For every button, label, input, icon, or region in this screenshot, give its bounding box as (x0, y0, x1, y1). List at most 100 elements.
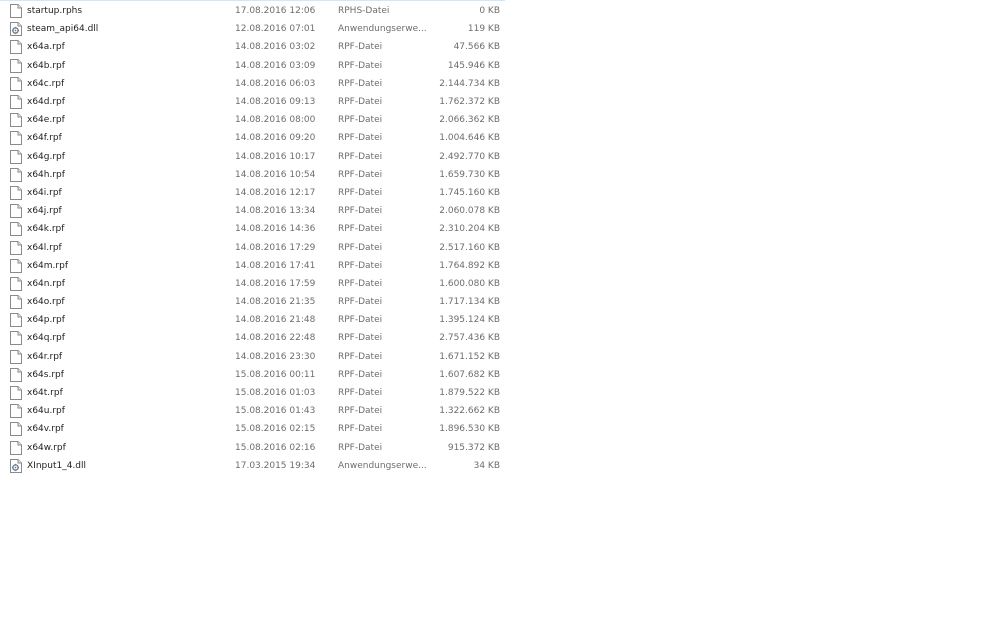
file-row[interactable]: x64v.rpf 15.08.2016 02:15 RPF-Datei 1.89… (0, 420, 505, 438)
document-icon (10, 367, 22, 382)
file-row[interactable]: x64a.rpf 14.08.2016 03:02 RPF-Datei 47.5… (0, 38, 505, 56)
file-size: 1.764.892 KB (439, 260, 500, 271)
file-name: x64n.rpf (27, 278, 65, 289)
file-row[interactable]: x64i.rpf 14.08.2016 12:17 RPF-Datei 1.74… (0, 184, 505, 202)
file-size: 119 KB (467, 24, 500, 35)
file-type: RPF-Datei (338, 242, 383, 253)
file-name: x64d.rpf (27, 97, 65, 108)
file-date-modified: 14.08.2016 03:02 (235, 42, 316, 53)
file-row[interactable]: x64g.rpf 14.08.2016 10:17 RPF-Datei 2.49… (0, 148, 505, 166)
file-row[interactable]: x64h.rpf 14.08.2016 10:54 RPF-Datei 1.65… (0, 166, 505, 184)
file-name: x64v.rpf (27, 424, 64, 435)
file-type: RPF-Datei (338, 333, 383, 344)
file-row[interactable]: x64e.rpf 14.08.2016 08:00 RPF-Datei 2.06… (0, 111, 505, 129)
file-row[interactable]: x64l.rpf 14.08.2016 17:29 RPF-Datei 2.51… (0, 238, 505, 256)
file-date-modified: 14.08.2016 06:03 (235, 78, 316, 89)
document-icon (10, 95, 22, 110)
file-size: 2.310.204 KB (439, 224, 500, 235)
dll-gear-icon (10, 458, 22, 473)
file-type: RPF-Datei (338, 260, 383, 271)
document-icon (10, 386, 22, 401)
file-row[interactable]: x64k.rpf 14.08.2016 14:36 RPF-Datei 2.31… (0, 220, 505, 238)
document-icon (10, 404, 22, 419)
document-icon (10, 40, 22, 55)
document-icon (10, 313, 22, 328)
file-row[interactable]: x64u.rpf 15.08.2016 01:43 RPF-Datei 1.32… (0, 402, 505, 420)
file-row[interactable]: x64w.rpf 15.08.2016 02:16 RPF-Datei 915.… (0, 439, 505, 457)
file-size: 2.066.362 KB (439, 115, 500, 126)
file-type: Anwendungserwe... (338, 460, 427, 471)
file-row[interactable]: XInput1_4.dll 17.03.2015 19:34 Anwendung… (0, 457, 505, 475)
file-row[interactable]: x64r.rpf 14.08.2016 23:30 RPF-Datei 1.67… (0, 348, 505, 366)
file-date-modified: 14.08.2016 09:20 (235, 133, 316, 144)
dll-gear-icon (10, 22, 22, 37)
file-row[interactable]: x64b.rpf 14.08.2016 03:09 RPF-Datei 145.… (0, 57, 505, 75)
file-row[interactable]: x64p.rpf 14.08.2016 21:48 RPF-Datei 1.39… (0, 311, 505, 329)
file-date-modified: 14.08.2016 13:34 (235, 206, 316, 217)
file-row[interactable]: x64c.rpf 14.08.2016 06:03 RPF-Datei 2.14… (0, 75, 505, 93)
file-row[interactable]: x64t.rpf 15.08.2016 01:03 RPF-Datei 1.87… (0, 384, 505, 402)
file-name: x64g.rpf (27, 151, 65, 162)
file-date-modified: 14.08.2016 21:48 (235, 315, 316, 326)
file-date-modified: 14.08.2016 17:59 (235, 278, 316, 289)
file-type: RPF-Datei (338, 224, 383, 235)
file-size: 915.372 KB (447, 442, 500, 453)
document-icon (10, 240, 22, 255)
file-date-modified: 14.08.2016 09:13 (235, 97, 316, 108)
file-date-modified: 15.08.2016 00:11 (235, 369, 316, 380)
document-icon (10, 113, 22, 128)
file-type: RPF-Datei (338, 406, 383, 417)
file-date-modified: 15.08.2016 01:43 (235, 406, 316, 417)
document-icon (10, 440, 22, 455)
file-size: 1.717.134 KB (439, 297, 500, 308)
file-name: x64w.rpf (27, 442, 66, 453)
file-type: RPF-Datei (338, 169, 383, 180)
file-row[interactable]: x64m.rpf 14.08.2016 17:41 RPF-Datei 1.76… (0, 257, 505, 275)
file-type: RPF-Datei (338, 206, 383, 217)
file-date-modified: 14.08.2016 10:17 (235, 151, 316, 162)
file-type: RPF-Datei (338, 187, 383, 198)
file-date-modified: 12.08.2016 07:01 (235, 24, 316, 35)
file-row[interactable]: x64s.rpf 15.08.2016 00:11 RPF-Datei 1.60… (0, 366, 505, 384)
file-row[interactable]: steam_api64.dll 12.08.2016 07:01 Anwendu… (0, 20, 505, 38)
file-name: x64t.rpf (27, 388, 63, 399)
file-row[interactable]: x64f.rpf 14.08.2016 09:20 RPF-Datei 1.00… (0, 129, 505, 147)
file-date-modified: 14.08.2016 10:54 (235, 169, 316, 180)
file-date-modified: 14.08.2016 17:29 (235, 242, 316, 253)
file-name: x64f.rpf (27, 133, 62, 144)
document-icon (10, 222, 22, 237)
file-row[interactable]: x64n.rpf 14.08.2016 17:59 RPF-Datei 1.60… (0, 275, 505, 293)
file-row[interactable]: x64o.rpf 14.08.2016 21:35 RPF-Datei 1.71… (0, 293, 505, 311)
file-size: 2.757.436 KB (439, 333, 500, 344)
document-icon (10, 204, 22, 219)
file-size: 1.004.646 KB (439, 133, 500, 144)
file-size: 1.600.080 KB (439, 278, 500, 289)
file-name: x64i.rpf (27, 187, 62, 198)
file-size: 1.659.730 KB (439, 169, 500, 180)
file-size: 1.762.372 KB (439, 97, 500, 108)
file-date-modified: 14.08.2016 23:30 (235, 351, 316, 362)
file-size: 1.322.662 KB (439, 406, 500, 417)
file-size: 2.492.770 KB (439, 151, 500, 162)
document-icon (10, 4, 22, 19)
file-type: RPHS-Datei (338, 6, 390, 17)
file-row[interactable]: x64j.rpf 14.08.2016 13:34 RPF-Datei 2.06… (0, 202, 505, 220)
file-type: RPF-Datei (338, 315, 383, 326)
file-name: startup.rphs (27, 6, 83, 17)
file-date-modified: 17.08.2016 12:06 (235, 6, 316, 17)
file-name: x64j.rpf (27, 206, 62, 217)
file-list: startup.rphs 17.08.2016 12:06 RPHS-Datei… (0, 0, 505, 475)
file-type: RPF-Datei (338, 278, 383, 289)
file-name: x64p.rpf (27, 315, 65, 326)
file-name: x64q.rpf (27, 333, 65, 344)
file-row[interactable]: x64d.rpf 14.08.2016 09:13 RPF-Datei 1.76… (0, 93, 505, 111)
file-name: x64e.rpf (27, 115, 65, 126)
file-row[interactable]: x64q.rpf 14.08.2016 22:48 RPF-Datei 2.75… (0, 329, 505, 347)
file-size: 1.745.160 KB (439, 187, 500, 198)
file-row[interactable]: startup.rphs 17.08.2016 12:06 RPHS-Datei… (0, 2, 505, 20)
file-type: RPF-Datei (338, 388, 383, 399)
file-size: 47.566 KB (453, 42, 500, 53)
file-name: steam_api64.dll (27, 24, 99, 35)
file-type: RPF-Datei (338, 42, 383, 53)
file-name: x64c.rpf (27, 78, 65, 89)
